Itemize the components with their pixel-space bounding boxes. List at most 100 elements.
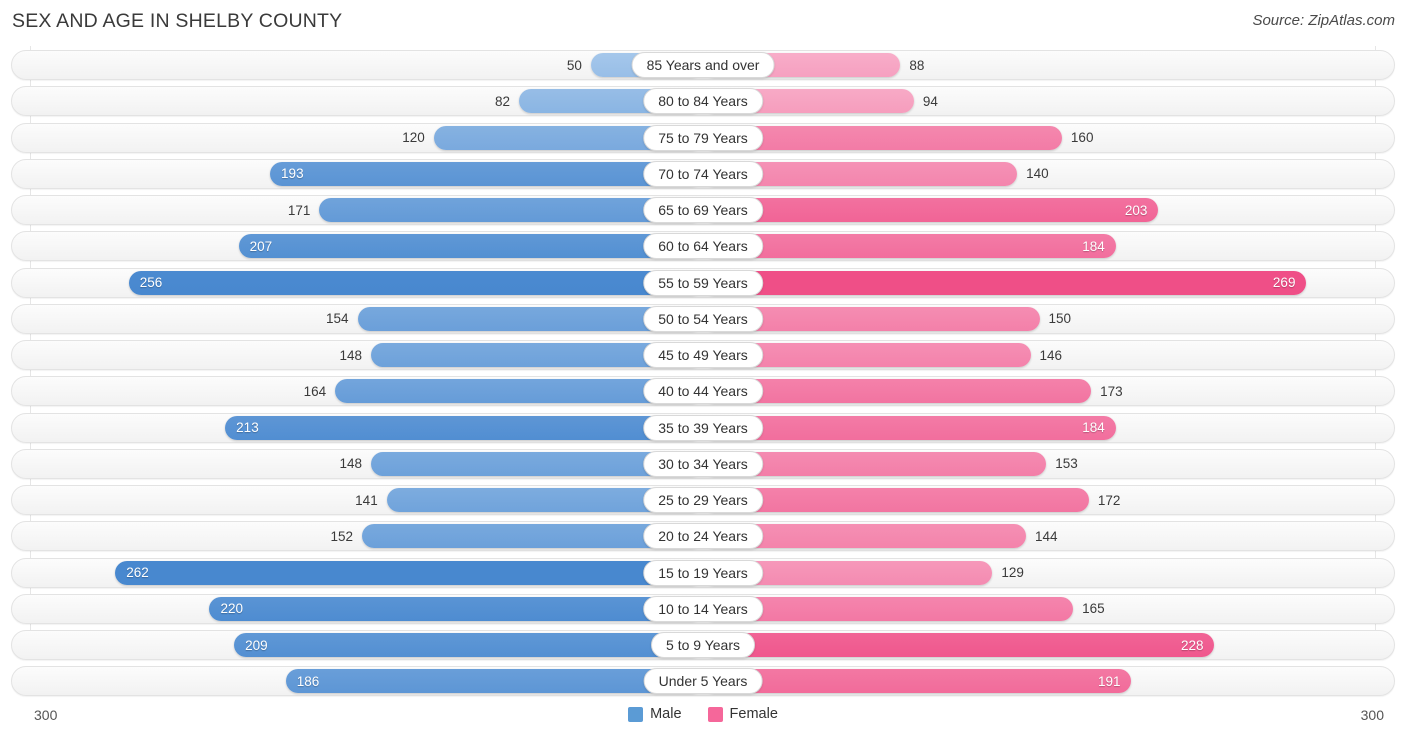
female-value-label: 228 (1180, 637, 1204, 653)
age-group-label: 75 to 79 Years (643, 124, 763, 151)
male-bar-area: 213 (30, 415, 703, 440)
female-bar[interactable]: 184 (703, 234, 1116, 259)
female-bar[interactable]: 191 (703, 669, 1132, 694)
chart-row: 209 228 5 to 9 Years (0, 630, 1406, 660)
male-value-label: 186 (296, 673, 320, 689)
population-pyramid-plot: 50 88 85 Years and over 82 94 80 to 84 Years 1… (0, 46, 1406, 701)
male-value-label: 209 (245, 637, 268, 653)
male-value-label: 256 (139, 275, 163, 290)
female-bar-area: 269 (703, 270, 1375, 295)
chart-legend: Male Female (0, 706, 1406, 722)
male-value-label: 141 (355, 492, 378, 508)
legend-label-female: Female (729, 706, 778, 722)
male-bar-area: 120 (30, 125, 703, 150)
age-group-label: 50 to 54 Years (643, 305, 763, 332)
chart-row: 152 144 20 to 24 Years (0, 521, 1406, 552)
male-bar[interactable]: 256 (128, 270, 703, 295)
female-value-label: 129 (1001, 565, 1024, 580)
male-bar-area: 50 (30, 53, 703, 77)
female-value-label: 165 (1082, 601, 1105, 617)
female-bar[interactable]: 269 (703, 270, 1307, 295)
female-bar-area: 144 (703, 524, 1375, 549)
chart-row: 220 165 10 to 14 Years (0, 593, 1406, 624)
age-group-label: 40 to 44 Years (643, 378, 763, 405)
chart-row: 186 191 Under 5 Years (0, 666, 1406, 697)
age-group-label: 70 to 74 Years (643, 160, 763, 187)
male-bar-area: 193 (30, 161, 703, 186)
age-group-label: 15 to 19 Years (643, 559, 763, 586)
male-value-label: 164 (303, 383, 327, 399)
chart-row: 193 140 70 to 74 Years (0, 158, 1406, 189)
male-value-label: 213 (236, 420, 259, 435)
female-bar-area: 140 (703, 161, 1375, 186)
female-value-label: 191 (1097, 673, 1121, 689)
male-bar[interactable]: 193 (270, 161, 703, 186)
male-value-label: 193 (281, 166, 304, 182)
age-group-label: 55 to 59 Years (643, 269, 763, 296)
female-value-label: 153 (1055, 456, 1078, 472)
page-title: SEX AND AGE IN SHELBY COUNTY (12, 10, 343, 32)
chart-row: 82 94 80 to 84 Years (0, 86, 1406, 117)
chart-row: 164 173 40 to 44 Years (0, 376, 1406, 407)
source-attribution: Source: ZipAtlas.com (1252, 12, 1395, 29)
female-bar-area: 228 (703, 633, 1375, 657)
legend-item-female[interactable]: Female (707, 706, 778, 722)
male-value-label: 120 (402, 130, 425, 145)
female-color-swatch-icon (707, 706, 723, 722)
chart-row: 262 129 15 to 19 Years (0, 557, 1406, 588)
male-value-label: 152 (330, 528, 354, 544)
female-value-label: 173 (1100, 383, 1123, 399)
male-value-label: 171 (287, 202, 311, 218)
female-value-label: 184 (1082, 238, 1105, 254)
female-bar[interactable]: 228 (703, 633, 1215, 657)
male-bar-area: 209 (30, 633, 703, 657)
female-bar[interactable]: 184 (703, 415, 1116, 440)
female-bar-area: 172 (703, 488, 1375, 512)
chart-row: 154 150 50 to 54 Years (0, 303, 1406, 334)
female-value-label: 172 (1097, 492, 1121, 508)
male-value-label: 207 (249, 238, 273, 254)
female-value-label: 146 (1039, 347, 1063, 363)
legend-item-male[interactable]: Male (628, 706, 682, 722)
female-value-label: 144 (1035, 528, 1058, 544)
age-group-label: 80 to 84 Years (643, 88, 763, 115)
male-bar-area: 171 (30, 198, 703, 222)
male-bar-area: 148 (30, 343, 703, 367)
age-group-label: 30 to 34 Years (643, 450, 763, 477)
male-bar[interactable]: 207 (238, 234, 703, 259)
male-bar[interactable]: 213 (225, 415, 703, 440)
female-bar-area: 203 (703, 198, 1375, 222)
male-bar[interactable]: 262 (115, 560, 703, 585)
age-group-label: Under 5 Years (643, 668, 763, 695)
female-bar-area: 191 (703, 669, 1375, 694)
male-bar-area: 207 (30, 234, 703, 259)
male-value-label: 50 (566, 57, 582, 73)
male-value-label: 262 (126, 565, 149, 580)
age-group-label: 65 to 69 Years (643, 197, 763, 223)
female-value-label: 203 (1124, 202, 1148, 218)
male-bar-area: 148 (30, 451, 703, 476)
age-group-label: 10 to 14 Years (643, 595, 763, 622)
female-bar-area: 150 (703, 306, 1375, 331)
male-bar-area: 186 (30, 669, 703, 694)
chart-row: 256 269 55 to 59 Years (0, 267, 1406, 298)
chart-row: 50 88 85 Years and over (0, 50, 1406, 80)
male-bar[interactable]: 209 (234, 633, 703, 657)
female-value-label: 269 (1272, 275, 1296, 290)
female-bar-area: 129 (703, 560, 1375, 585)
male-bar[interactable]: 186 (285, 669, 703, 694)
chart-row: 120 160 75 to 79 Years (0, 122, 1406, 153)
male-value-label: 82 (495, 93, 511, 109)
female-bar-area: 173 (703, 379, 1375, 404)
male-value-label: 148 (339, 347, 362, 363)
female-bar[interactable]: 203 (703, 198, 1159, 222)
male-bar[interactable]: 220 (209, 596, 703, 621)
chart-page: SEX AND AGE IN SHELBY COUNTY Source: Zip… (0, 0, 1406, 740)
male-bar-area: 164 (30, 379, 703, 404)
female-bar-area: 165 (703, 596, 1375, 621)
male-bar-area: 141 (30, 488, 703, 512)
chart-row: 141 172 25 to 29 Years (0, 485, 1406, 515)
male-bar-area: 256 (30, 270, 703, 295)
age-group-label: 5 to 9 Years (651, 632, 755, 658)
female-bar-area: 184 (703, 415, 1375, 440)
